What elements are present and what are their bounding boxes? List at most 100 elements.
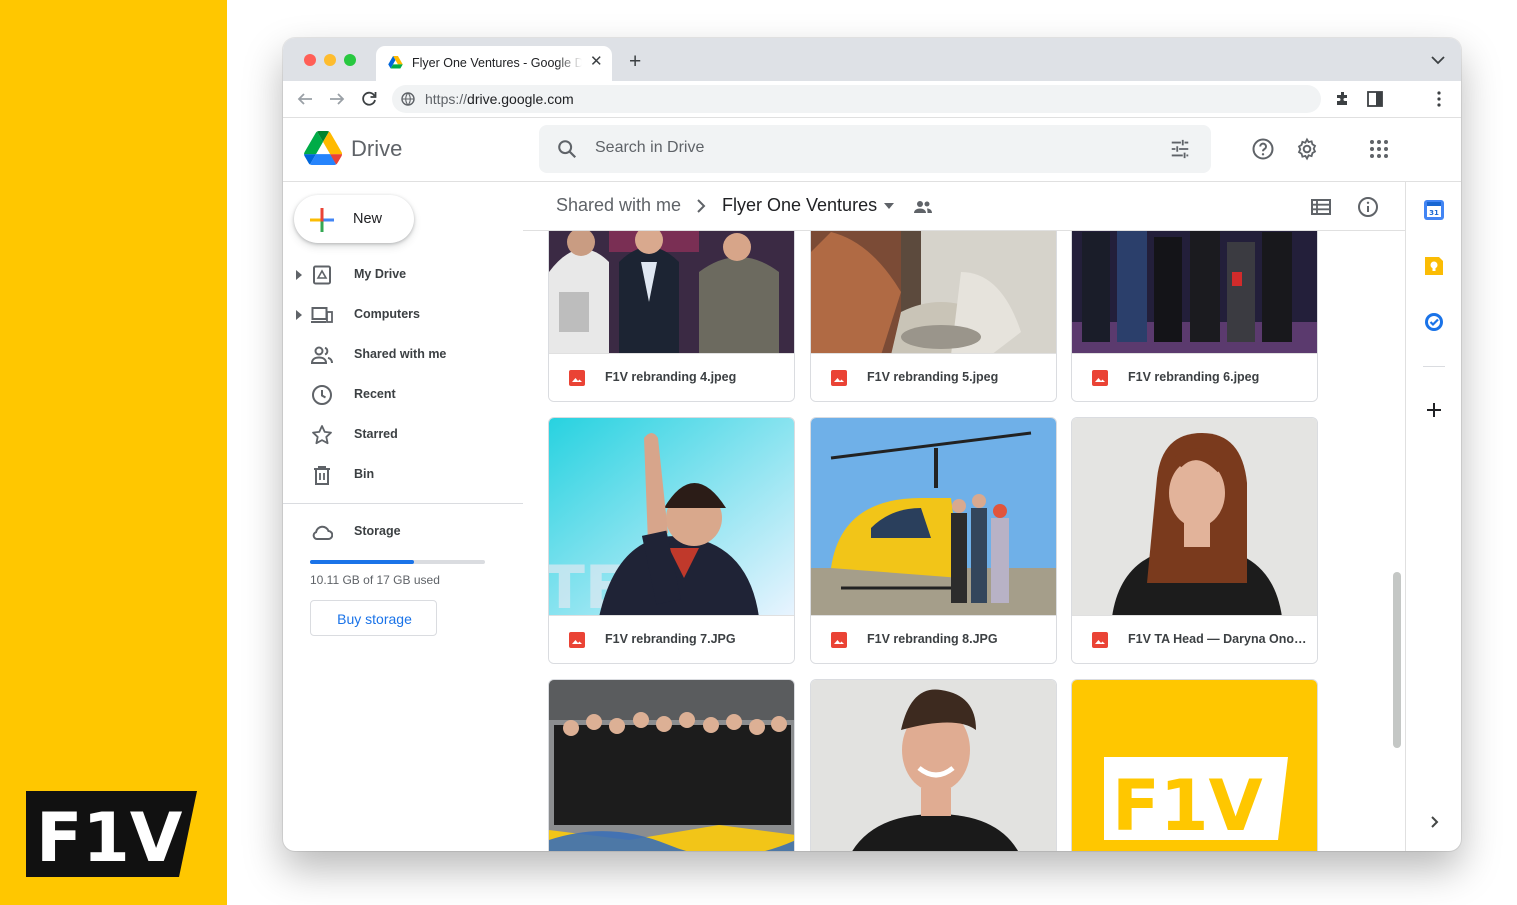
file-name: F1V rebranding 6.jpeg xyxy=(1128,370,1260,384)
side-panel: 31 xyxy=(1405,182,1461,851)
close-window-button[interactable] xyxy=(304,54,316,66)
photo-thumbnail xyxy=(811,680,1056,851)
breadcrumb-current[interactable]: Flyer One Ventures xyxy=(722,195,877,216)
extensions-icon[interactable] xyxy=(1333,89,1353,109)
file-card[interactable]: TEN F1V rebranding 7.JPG xyxy=(548,417,795,664)
file-card-footer: F1V rebranding 4.jpeg xyxy=(549,353,794,401)
clock-icon xyxy=(312,385,332,405)
buy-storage-button[interactable]: Buy storage xyxy=(310,600,437,636)
chevron-right-icon[interactable] xyxy=(1423,811,1445,833)
settings-gear-icon[interactable] xyxy=(1295,137,1319,161)
sidebar-item-label: Computers xyxy=(354,307,420,321)
trash-icon xyxy=(314,466,330,485)
photo-thumbnail xyxy=(549,212,794,355)
drive-app-name: Drive xyxy=(351,136,403,161)
side-panel-icon[interactable] xyxy=(1365,89,1385,109)
drive-main: Shared with me Flyer One Ventures F1V re… xyxy=(523,182,1405,851)
file-card-footer: F1V rebranding 8.JPG xyxy=(811,615,1056,663)
file-card[interactable]: F1V TA Head — Daryna Onoprienko.jpeg xyxy=(1071,417,1318,664)
help-icon[interactable] xyxy=(1251,137,1275,161)
dropdown-arrow-icon[interactable] xyxy=(884,203,894,209)
sidebar-item-label: Bin xyxy=(354,467,375,481)
content-scrollbar[interactable] xyxy=(1393,572,1401,748)
file-card-footer: F1V rebranding 5.jpeg xyxy=(811,353,1056,401)
minimize-window-button[interactable] xyxy=(324,54,336,66)
address-bar[interactable]: https://drive.google.com xyxy=(392,85,1321,113)
sidebar-divider xyxy=(283,503,523,504)
tab-close-icon[interactable]: ✕ xyxy=(590,54,603,70)
svg-text:F1V: F1V xyxy=(36,799,183,877)
file-grid: F1V rebranding 4.jpeg F1V rebranding 5.j… xyxy=(548,211,1378,851)
image-file-icon xyxy=(569,632,585,648)
file-card[interactable]: F1V rebranding 5.jpeg xyxy=(810,211,1057,402)
search-input[interactable] xyxy=(595,139,1095,157)
file-card[interactable]: F1V rebranding 4.jpeg xyxy=(548,211,795,402)
sidebar-item-bin[interactable]: Bin xyxy=(283,455,523,495)
drive-favicon-icon xyxy=(388,56,403,69)
sidebar-item-my-drive[interactable]: My Drive xyxy=(283,255,523,295)
plus-icon xyxy=(310,208,334,232)
search-icon[interactable] xyxy=(556,138,578,160)
site-info-icon[interactable] xyxy=(401,92,415,106)
drive-sidebar: New My Drive Computers Shared with me Re… xyxy=(283,182,523,851)
file-card[interactable]: F1V xyxy=(1071,679,1318,851)
caret-right-icon[interactable] xyxy=(296,270,302,280)
add-addon-plus-icon[interactable] xyxy=(1423,399,1445,421)
computers-icon xyxy=(311,307,333,323)
shared-folder-people-icon xyxy=(914,201,932,213)
tab-title: Flyer One Ventures - Google Drive xyxy=(412,56,582,70)
storage-usage-text: 10.11 GB of 17 GB used xyxy=(310,573,440,587)
file-card[interactable]: F1V rebranding 8.JPG xyxy=(810,417,1057,664)
url-text: https://drive.google.com xyxy=(425,91,574,107)
photo-thumbnail xyxy=(1072,212,1317,355)
photo-thumbnail xyxy=(811,418,1056,617)
keep-icon[interactable] xyxy=(1423,255,1445,277)
sidebar-item-storage[interactable]: Storage xyxy=(283,512,523,552)
tab-search-chevron-icon[interactable] xyxy=(1431,56,1445,65)
browser-menu-icon[interactable] xyxy=(1429,89,1449,109)
file-name: F1V rebranding 8.JPG xyxy=(867,632,998,646)
file-card[interactable] xyxy=(548,679,795,851)
cloud-icon xyxy=(312,525,333,540)
sidebar-item-recent[interactable]: Recent xyxy=(283,375,523,415)
file-card[interactable] xyxy=(810,679,1057,851)
new-button[interactable]: New xyxy=(294,195,414,243)
file-card-footer: F1V TA Head — Daryna Onoprienko.jpeg xyxy=(1072,615,1317,663)
list-view-icon[interactable] xyxy=(1310,196,1332,218)
forward-icon[interactable] xyxy=(327,89,347,109)
browser-tab[interactable]: Flyer One Ventures - Google Drive ✕ xyxy=(376,46,612,81)
breadcrumb-parent[interactable]: Shared with me xyxy=(556,195,681,216)
search-options-icon[interactable] xyxy=(1169,138,1191,160)
reload-icon[interactable] xyxy=(359,89,379,109)
calendar-icon[interactable]: 31 xyxy=(1423,199,1445,221)
sidebar-item-starred[interactable]: Starred xyxy=(283,415,523,455)
image-file-icon xyxy=(569,370,585,386)
back-icon[interactable] xyxy=(295,89,315,109)
storage-progress-fill xyxy=(310,560,415,564)
info-icon[interactable] xyxy=(1357,196,1379,218)
file-name: F1V rebranding 5.jpeg xyxy=(867,370,999,384)
tab-strip: Flyer One Ventures - Google Drive ✕ + xyxy=(283,38,1461,81)
file-name: F1V TA Head — Daryna Onoprienko.jpeg xyxy=(1128,632,1312,646)
thumbnail-logo-text: F1V xyxy=(1112,765,1263,847)
storage-label: Storage xyxy=(354,524,401,538)
new-tab-button[interactable]: + xyxy=(629,51,641,72)
file-name: F1V rebranding 4.jpeg xyxy=(605,370,737,384)
apps-grid-icon[interactable] xyxy=(1367,137,1391,161)
file-card[interactable]: F1V rebranding 6.jpeg xyxy=(1071,211,1318,402)
sidebar-item-shared-with-me[interactable]: Shared with me xyxy=(283,335,523,375)
sidebar-item-label: Shared with me xyxy=(354,347,447,361)
tasks-icon[interactable] xyxy=(1423,311,1445,333)
drive-logo-icon[interactable] xyxy=(304,131,342,165)
image-file-icon xyxy=(831,632,847,648)
sidebar-item-computers[interactable]: Computers xyxy=(283,295,523,335)
breadcrumb: Shared with me Flyer One Ventures xyxy=(523,182,1405,231)
photo-thumbnail xyxy=(811,212,1056,355)
search-bar[interactable] xyxy=(539,125,1211,173)
image-file-icon xyxy=(831,370,847,386)
shared-icon xyxy=(311,346,333,364)
photo-thumbnail: F1V xyxy=(1072,680,1317,851)
caret-right-icon[interactable] xyxy=(296,310,302,320)
browser-window: Flyer One Ventures - Google Drive ✕ + ht… xyxy=(283,38,1461,851)
zoom-window-button[interactable] xyxy=(344,54,356,66)
